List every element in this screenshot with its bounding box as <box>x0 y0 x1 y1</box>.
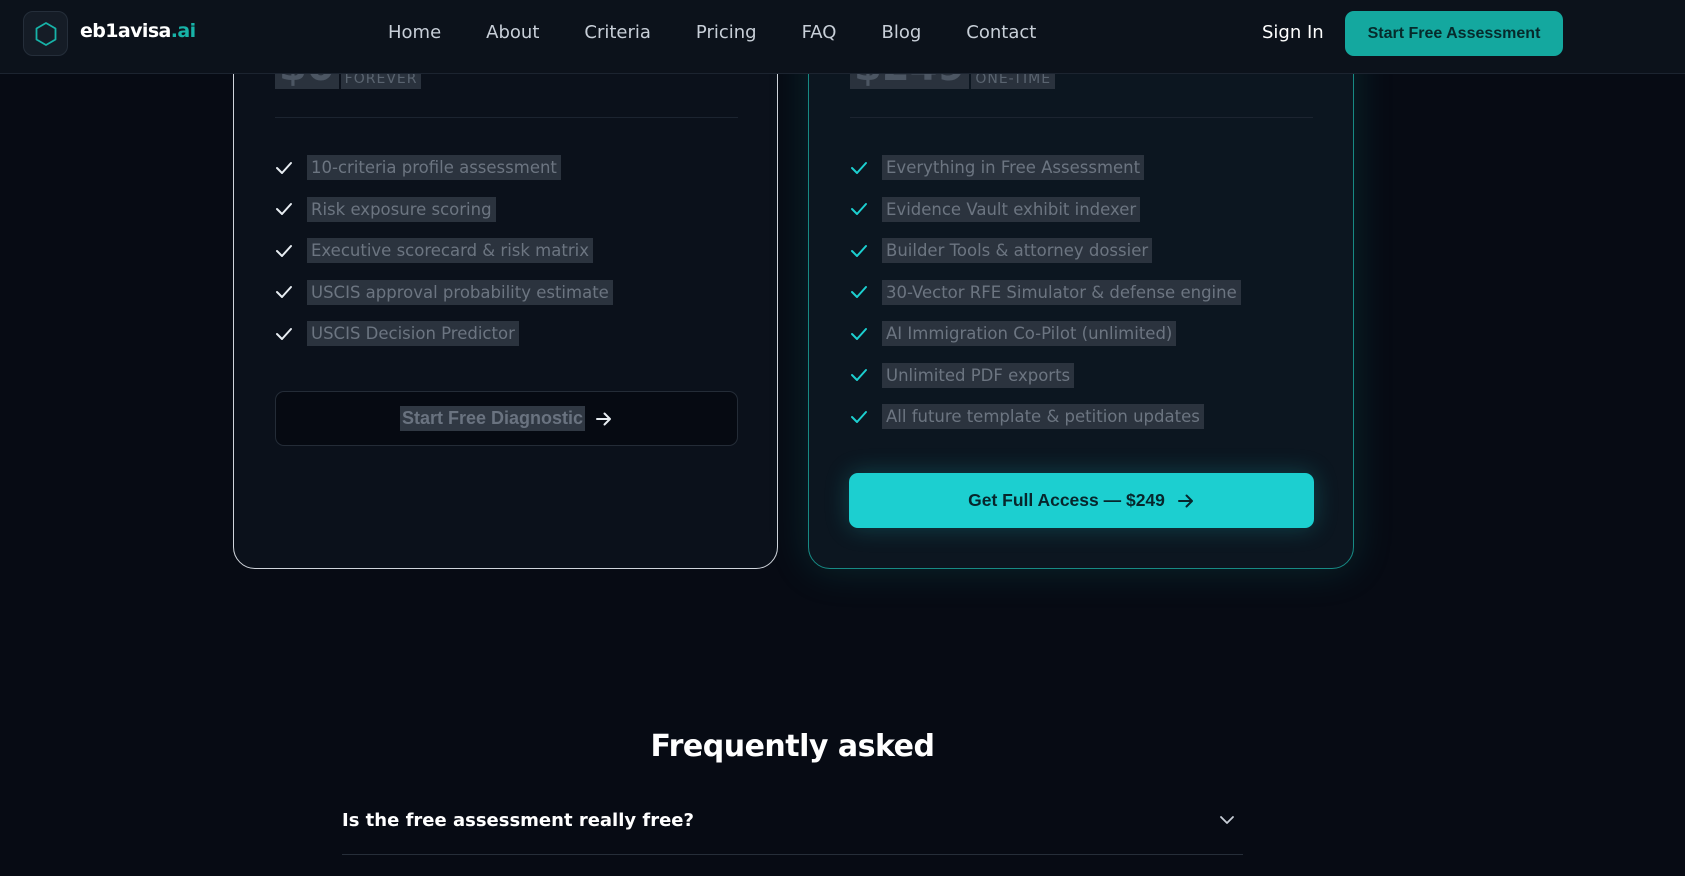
feature-item: Builder Tools & attorney dossier <box>850 230 1241 272</box>
brand-name-main: eb1avisa <box>80 20 171 42</box>
nav-faq[interactable]: FAQ <box>802 22 837 43</box>
check-icon <box>850 327 882 341</box>
check-icon <box>850 244 882 258</box>
faq-question: Is the free assessment really free? <box>342 810 694 831</box>
feature-label: USCIS Decision Predictor <box>307 321 519 347</box>
check-icon <box>275 327 307 341</box>
check-icon <box>275 202 307 216</box>
pricing-card-pro: $249 ONE-TIME Everything in Free Assessm… <box>808 0 1354 569</box>
button-label: Start Free Diagnostic <box>399 406 586 431</box>
top-navbar: eb1avisa.ai Home About Criteria Pricing … <box>0 0 1685 74</box>
brand-name[interactable]: eb1avisa.ai <box>80 20 196 42</box>
feature-item: Risk exposure scoring <box>275 189 613 231</box>
card-divider <box>275 117 738 118</box>
check-icon <box>275 244 307 258</box>
feature-item: AI Immigration Co-Pilot (unlimited) <box>850 313 1241 355</box>
check-icon <box>275 161 307 175</box>
nav-contact[interactable]: Contact <box>966 22 1036 43</box>
feature-item: Evidence Vault exhibit indexer <box>850 189 1241 231</box>
nav-home[interactable]: Home <box>388 22 441 43</box>
check-icon <box>850 285 882 299</box>
feature-list: Everything in Free Assessment Evidence V… <box>850 147 1241 438</box>
pricing-card-free: $0 FOREVER 10-criteria profile assessmen… <box>233 0 778 569</box>
faq-heading: Frequently asked <box>650 729 935 764</box>
feature-label: Risk exposure scoring <box>307 196 496 222</box>
start-free-assessment-button[interactable]: Start Free Assessment <box>1345 11 1563 56</box>
feature-item: 10-criteria profile assessment <box>275 147 613 189</box>
button-label: Get Full Access — $249 <box>968 490 1165 510</box>
check-icon <box>850 368 882 382</box>
feature-item: Executive scorecard & risk matrix <box>275 230 613 272</box>
arrow-right-icon <box>1177 494 1193 507</box>
sign-in-link[interactable]: Sign In <box>1262 22 1324 43</box>
feature-list: 10-criteria profile assessment Risk expo… <box>275 147 613 355</box>
get-full-access-button[interactable]: Get Full Access — $249 <box>849 473 1314 528</box>
feature-item: Everything in Free Assessment <box>850 147 1241 189</box>
faq-item[interactable]: Is the free assessment really free? <box>342 798 1243 855</box>
feature-label: Everything in Free Assessment <box>882 155 1145 181</box>
feature-label: USCIS approval probability estimate <box>307 279 613 305</box>
hexagon-icon <box>35 21 56 46</box>
nav-criteria[interactable]: Criteria <box>584 22 651 43</box>
feature-item: All future template & petition updates <box>850 396 1241 438</box>
feature-label: 30-Vector RFE Simulator & defense engine <box>882 279 1241 305</box>
nav-blog[interactable]: Blog <box>881 22 921 43</box>
feature-item: USCIS Decision Predictor <box>275 313 613 355</box>
feature-item: Unlimited PDF exports <box>850 355 1241 397</box>
feature-label: Builder Tools & attorney dossier <box>882 238 1153 264</box>
feature-label: Executive scorecard & risk matrix <box>307 238 593 264</box>
chevron-down-icon[interactable] <box>1219 811 1235 830</box>
main-nav: Home About Criteria Pricing FAQ Blog Con… <box>388 22 1081 43</box>
check-icon <box>850 202 882 216</box>
check-icon <box>850 410 882 424</box>
check-icon <box>275 285 307 299</box>
feature-label: All future template & petition updates <box>882 404 1204 430</box>
check-icon <box>850 161 882 175</box>
brand-name-tld: .ai <box>170 20 196 42</box>
feature-label: 10-criteria profile assessment <box>307 155 561 181</box>
card-divider <box>850 117 1313 118</box>
nav-about[interactable]: About <box>486 22 539 43</box>
feature-item: USCIS approval probability estimate <box>275 272 613 314</box>
arrow-right-icon <box>596 412 612 425</box>
start-free-diagnostic-button[interactable]: Start Free Diagnostic <box>275 391 738 446</box>
feature-label: Unlimited PDF exports <box>882 362 1075 388</box>
feature-item: 30-Vector RFE Simulator & defense engine <box>850 272 1241 314</box>
feature-label: Evidence Vault exhibit indexer <box>882 196 1141 222</box>
logo[interactable] <box>23 11 68 56</box>
feature-label: AI Immigration Co-Pilot (unlimited) <box>882 321 1177 347</box>
nav-pricing[interactable]: Pricing <box>696 22 757 43</box>
